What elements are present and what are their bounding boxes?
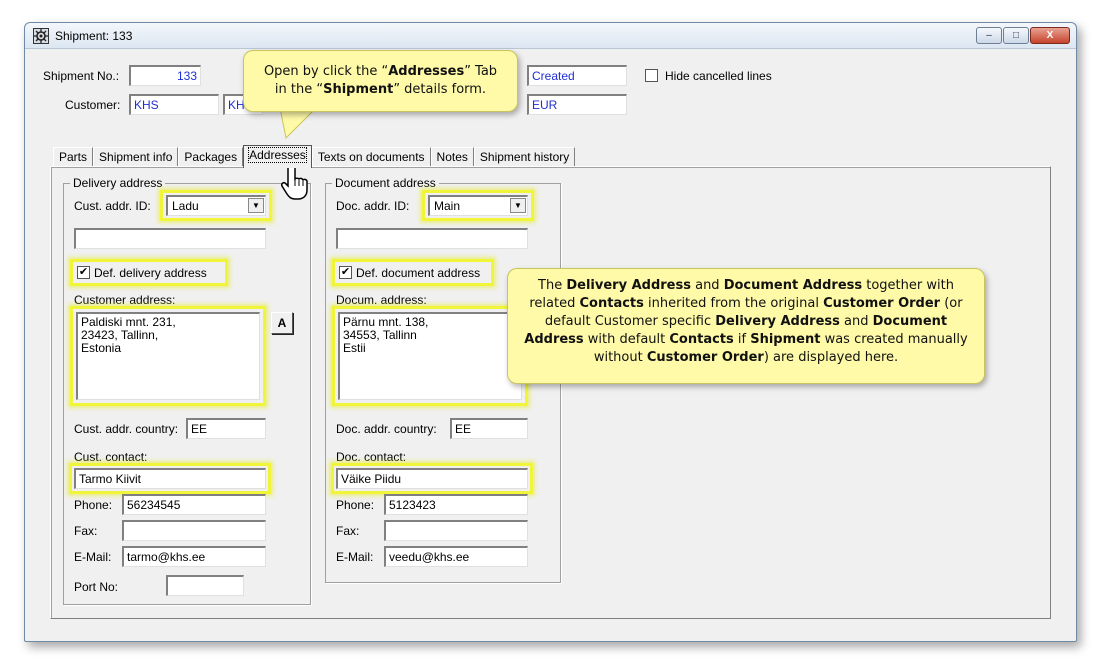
hide-cancelled-checkbox[interactable] xyxy=(645,69,658,82)
chevron-down-icon[interactable]: ▼ xyxy=(248,198,264,213)
maximize-button[interactable]: □ xyxy=(1003,27,1029,44)
tab-addresses[interactable]: Addresses xyxy=(243,145,312,168)
callout-right-bold: Delivery Address xyxy=(715,314,840,329)
doc-contact-field[interactable]: Väike Piidu xyxy=(336,468,528,489)
def-document-label: Def. document address xyxy=(356,266,481,280)
customer-label: Customer: xyxy=(65,98,121,112)
addresses-tab-panel: Delivery address Cust. addr. ID: Ladu ▼ … xyxy=(50,166,1051,619)
callout-top-pointer xyxy=(279,108,317,140)
callout-right-text: and xyxy=(839,314,873,329)
callout-right-bold: Customer Order xyxy=(823,296,941,311)
callout-right-text: The xyxy=(538,278,567,293)
phone-label: Phone: xyxy=(74,498,113,512)
currency-field[interactable]: EUR xyxy=(527,94,627,115)
callout-top-bold: Addresses xyxy=(388,64,465,79)
callout-top-text: ” details form. xyxy=(393,82,487,97)
email-label: E-Mail: xyxy=(74,550,112,564)
callout-right-text: with default xyxy=(583,332,670,347)
callout-right-text: ) are displayed here. xyxy=(763,350,899,365)
cust-addr-country-label: Cust. addr. country: xyxy=(74,422,179,436)
cust-contact-field[interactable]: Tarmo Kiivit xyxy=(74,468,266,489)
customer-address-textarea[interactable]: Paldiski mnt. 231, 23423, Tallinn, Eston… xyxy=(76,312,260,400)
callout-right-bold: Contacts xyxy=(669,332,734,347)
cust-addr-id-combo[interactable]: Ladu ▼ xyxy=(166,195,266,216)
callout-right-bold: Contacts xyxy=(579,296,644,311)
docum-address-textarea[interactable]: Pärnu mnt. 138, 34553, Tallinn Estii xyxy=(338,312,522,400)
callout-top-text: in the “ xyxy=(274,82,324,97)
callout-right: The Delivery Address and Document Addres… xyxy=(507,268,985,384)
fax-field[interactable] xyxy=(122,520,266,541)
callout-right-text: if xyxy=(733,332,751,347)
tab-addresses-label: Addresses xyxy=(248,147,307,163)
hand-cursor-icon xyxy=(281,163,308,200)
delivery-address-group: Delivery address Cust. addr. ID: Ladu ▼ … xyxy=(63,176,311,605)
tab-texts-on-documents[interactable]: Texts on documents xyxy=(311,147,431,167)
tab-bar: Parts Shipment info Packages Addresses T… xyxy=(53,145,576,168)
doc-addr-id-combo[interactable]: Main ▼ xyxy=(428,195,528,216)
doc-phone-label: Phone: xyxy=(336,498,375,512)
callout-right-bold: Delivery Address xyxy=(566,278,691,293)
status-field[interactable]: Created xyxy=(527,65,627,86)
document-group-title: Document address xyxy=(332,176,439,190)
callout-top-bold: Shipment xyxy=(323,82,394,97)
doc-addr-extra-field[interactable] xyxy=(336,228,528,249)
cust-addr-id-value: Ladu xyxy=(172,199,199,213)
delivery-group-title: Delivery address xyxy=(70,176,166,190)
callout-right-text: and xyxy=(690,278,724,293)
doc-addr-id-label: Doc. addr. ID: xyxy=(336,199,410,213)
cust-addr-country-field[interactable]: EE xyxy=(186,418,266,439)
shipment-no-field[interactable]: 133 xyxy=(129,65,201,86)
doc-contact-label: Doc. contact: xyxy=(336,450,407,464)
minimize-button[interactable]: – xyxy=(976,27,1002,44)
customer-code-field[interactable]: KHS xyxy=(129,94,219,115)
cust-addr-extra-field[interactable] xyxy=(74,228,266,249)
def-delivery-checkbox[interactable]: ✔ xyxy=(77,266,90,279)
callout-right-bold: Shipment xyxy=(750,332,821,347)
tab-packages[interactable]: Packages xyxy=(178,147,244,167)
doc-phone-field[interactable]: 5123423 xyxy=(384,494,528,515)
cust-addr-id-label: Cust. addr. ID: xyxy=(74,199,151,213)
doc-addr-country-field[interactable]: EE xyxy=(450,418,528,439)
doc-addr-id-value: Main xyxy=(434,199,461,213)
shipment-no-label: Shipment No.: xyxy=(43,69,120,83)
tab-shipment-info[interactable]: Shipment info xyxy=(93,147,179,167)
chevron-down-icon[interactable]: ▼ xyxy=(510,198,526,213)
cust-contact-label: Cust. contact: xyxy=(74,450,148,464)
docum-address-label: Docum. address: xyxy=(336,293,427,307)
close-button[interactable]: X xyxy=(1030,27,1070,44)
def-delivery-label: Def. delivery address xyxy=(94,266,207,280)
tab-parts[interactable]: Parts xyxy=(53,147,94,167)
window-title: Shipment: 133 xyxy=(55,29,133,43)
tab-shipment-history[interactable]: Shipment history xyxy=(473,147,576,167)
title-bar[interactable]: Shipment: 133 – □ X xyxy=(25,23,1076,49)
callout-right-bold: Customer Order xyxy=(646,350,764,365)
email-field[interactable]: tarmo@khs.ee xyxy=(122,546,266,567)
doc-fax-label: Fax: xyxy=(336,524,360,538)
fax-label: Fax: xyxy=(74,524,98,538)
callout-right-bold: Document Address xyxy=(723,278,863,293)
port-no-label: Port No: xyxy=(74,580,119,594)
tab-notes[interactable]: Notes xyxy=(430,147,474,167)
callout-top-text: ” Tab xyxy=(464,64,498,79)
port-no-field[interactable] xyxy=(166,575,244,596)
app-gear-icon xyxy=(33,28,49,44)
callout-top-text: Open by click the “ xyxy=(263,64,389,79)
callout-right-text: inherited from the original xyxy=(643,296,824,311)
doc-addr-country-label: Doc. addr. country: xyxy=(336,422,437,436)
callout-top: Open by click the “Addresses” Tab in the… xyxy=(243,50,518,112)
phone-field[interactable]: 56234545 xyxy=(122,494,266,515)
doc-email-label: E-Mail: xyxy=(336,550,374,564)
def-document-checkbox[interactable]: ✔ xyxy=(339,266,352,279)
doc-email-field[interactable]: veedu@khs.ee xyxy=(384,546,528,567)
address-a-button[interactable]: A xyxy=(271,312,293,334)
customer-address-label: Customer address: xyxy=(74,293,176,307)
doc-fax-field[interactable] xyxy=(384,520,528,541)
hide-cancelled-label: Hide cancelled lines xyxy=(665,69,772,83)
